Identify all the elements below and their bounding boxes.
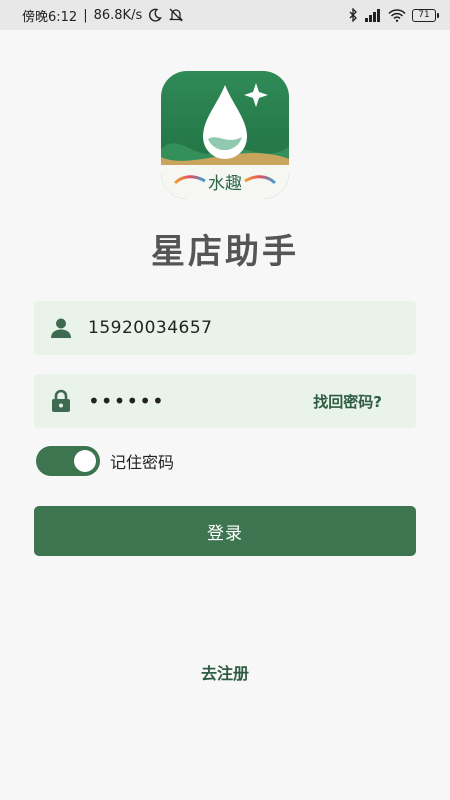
app-logo: 水趣 [161, 71, 289, 199]
toggle-knob [74, 450, 96, 472]
phone-field[interactable]: 15920034657 [34, 301, 416, 355]
user-icon [34, 318, 88, 338]
forgot-password-link[interactable]: 找回密码? [313, 391, 382, 412]
status-separator: | [83, 7, 88, 23]
password-input[interactable]: •••••• [88, 391, 313, 411]
battery-indicator: 71 [412, 8, 439, 22]
phone-input[interactable]: 15920034657 [88, 318, 416, 338]
remember-password-toggle[interactable] [36, 446, 100, 476]
remember-password-label: 记住密码 [110, 453, 175, 472]
status-right: 71 [348, 8, 439, 22]
lock-icon [34, 389, 88, 413]
status-bar: 傍晚6:12 | 86.8K/s 71 [0, 0, 450, 30]
wifi-icon [388, 8, 406, 22]
bluetooth-icon [348, 8, 358, 22]
login-button[interactable]: 登录 [34, 506, 416, 556]
signal-icon [364, 8, 382, 22]
status-speed: 86.8K/s [93, 7, 143, 23]
status-left: 傍晚6:12 | 86.8K/s [22, 6, 184, 25]
app-title: 星店助手 [151, 232, 299, 272]
mute-bell-icon [168, 8, 184, 22]
moon-icon [148, 8, 163, 22]
password-field[interactable]: •••••• 找回密码? [34, 374, 416, 428]
remember-password-row: 记住密码 [36, 446, 174, 476]
status-time: 傍晚6:12 [22, 9, 78, 25]
register-link[interactable]: 去注册 [0, 660, 450, 684]
logo-brand-text: 水趣 [208, 174, 242, 194]
